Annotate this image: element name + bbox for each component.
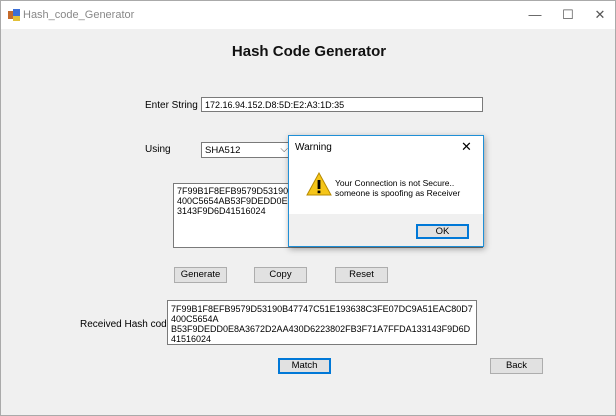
dialog-message-line1: Your Connection is not Secure..: [335, 178, 455, 188]
back-button[interactable]: Back: [490, 358, 543, 374]
received-hash-textarea[interactable]: 7F99B1F8EFB9579D53190B47747C51E193638C3F…: [167, 300, 477, 345]
dialog-close-icon[interactable]: ✕: [461, 139, 472, 155]
page-title: Hash Code Generator: [231, 43, 387, 60]
using-label: Using: [145, 144, 171, 155]
enter-string-input[interactable]: 172.16.94.152.D8:5D:E2:A3:1D:35: [201, 97, 483, 112]
algorithm-select[interactable]: SHA512 ⌵: [201, 142, 293, 158]
generate-button[interactable]: Generate: [174, 267, 227, 283]
dialog-title: Warning: [295, 142, 332, 153]
ok-button[interactable]: OK: [416, 224, 469, 239]
enter-string-label: Enter String: [145, 100, 198, 111]
received-hash-label: Received Hash code: [80, 319, 173, 330]
minimize-button[interactable]: —: [519, 3, 551, 27]
warning-dialog: Warning ✕ Your Connection is not Secure.…: [288, 135, 484, 247]
algorithm-select-value: SHA512: [205, 145, 241, 156]
dialog-message: Your Connection is not Secure.. someone …: [335, 178, 460, 198]
dialog-message-line2: someone is spoofing as Receiver: [335, 188, 461, 198]
copy-button[interactable]: Copy: [254, 267, 307, 283]
maximize-button[interactable]: ☐: [552, 3, 584, 27]
warning-icon: [306, 172, 332, 196]
app-window: Hash_code_Generator — ☐ ✕ Hash Code Gene…: [0, 0, 616, 416]
app-icon: [8, 9, 20, 21]
chevron-down-icon: ⌵: [280, 144, 288, 155]
title-bar: Hash_code_Generator — ☐ ✕: [1, 1, 615, 29]
match-button[interactable]: Match: [278, 358, 331, 374]
window-title: Hash_code_Generator: [23, 9, 135, 21]
reset-button[interactable]: Reset: [335, 267, 388, 283]
close-window-button[interactable]: ✕: [584, 3, 616, 27]
